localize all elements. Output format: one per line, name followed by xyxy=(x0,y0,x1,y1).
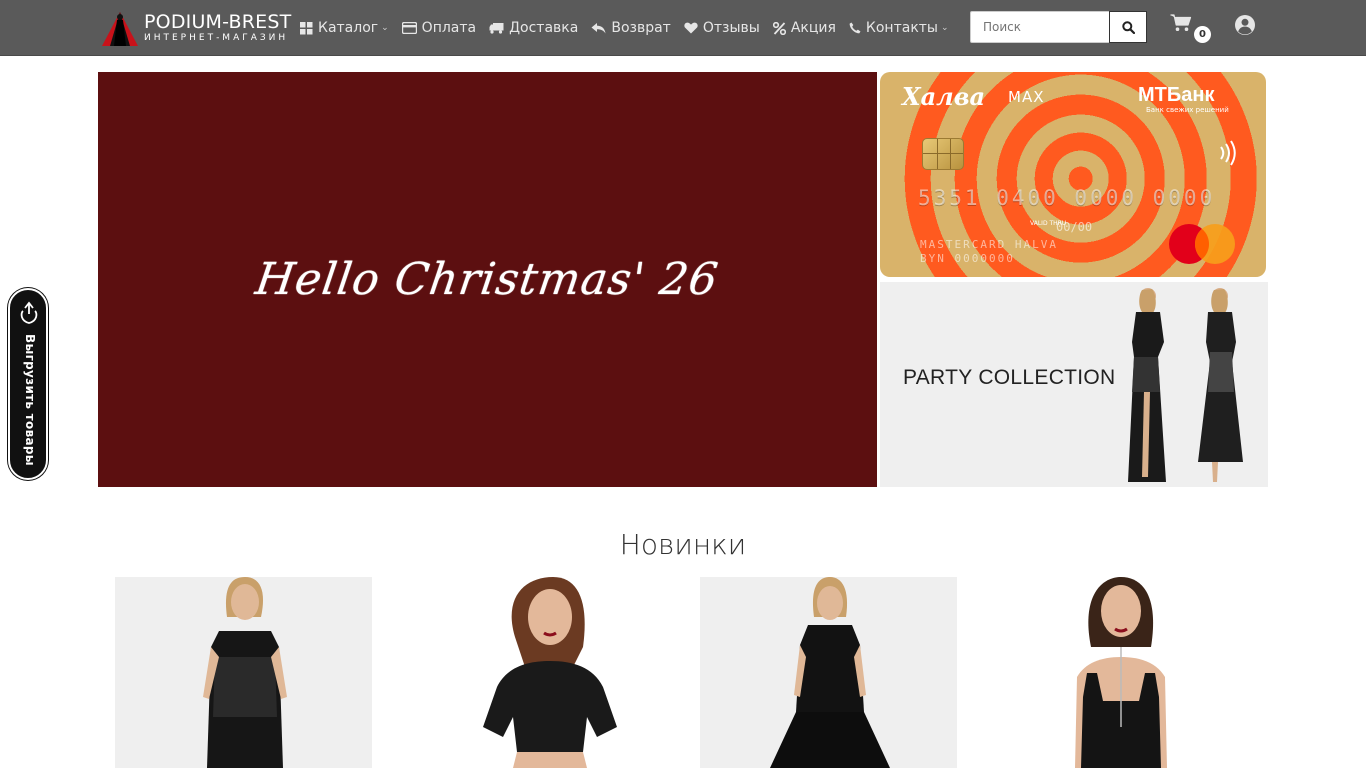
site-logo[interactable]: PODIUM-BREST ИНТЕРНЕТ-МАГАЗИН xyxy=(100,8,300,48)
card-number: 5351 0400 0000 0000 xyxy=(918,186,1216,210)
chevron-down-icon: ⌄ xyxy=(381,23,389,33)
search-input[interactable] xyxy=(970,11,1110,43)
search-button[interactable] xyxy=(1109,11,1147,43)
nav-label-return: Возврат xyxy=(611,20,671,36)
promo-banner-party-collection[interactable]: PARTY COLLECTION xyxy=(880,282,1268,487)
nav-label-sale: Акция xyxy=(790,20,836,36)
search-icon xyxy=(1121,20,1135,34)
nav-item-sale[interactable]: Акция xyxy=(772,20,836,36)
product-card[interactable] xyxy=(115,577,372,768)
product-card[interactable] xyxy=(700,577,957,768)
export-icon xyxy=(20,301,38,324)
nav-item-delivery[interactable]: Доставка xyxy=(489,20,578,36)
grid-icon xyxy=(300,21,313,34)
percent-icon xyxy=(772,21,786,35)
promo-banner-halva-card[interactable]: Халва MAX МТБанк Банк свежих решений 535… xyxy=(880,72,1266,277)
hero-banner-christmas[interactable]: Hello Christmas' 26 xyxy=(98,72,877,487)
product-card[interactable] xyxy=(407,577,664,768)
nav-label-catalog: Каталог xyxy=(318,20,379,36)
card-holder-line2: BYN 0000000 xyxy=(920,252,1015,265)
truck-icon xyxy=(489,23,504,34)
party-banner-title: PARTY COLLECTION xyxy=(903,366,1116,389)
bank-tagline: Банк свежих решений xyxy=(1146,106,1229,114)
nav-label-delivery: Доставка xyxy=(509,20,579,36)
brand-title: PODIUM-BREST xyxy=(144,11,292,33)
section-title-new-arrivals: Новинки xyxy=(619,528,747,561)
card-brand: Халва xyxy=(902,82,986,111)
product-image xyxy=(770,577,890,768)
chevron-down-icon: ⌄ xyxy=(940,23,949,33)
models-image xyxy=(1128,288,1243,482)
card-chip-icon xyxy=(922,138,964,170)
nav-label-payment: Оплата xyxy=(421,20,477,36)
nav-label-contacts: Контакты xyxy=(865,20,938,36)
reply-icon xyxy=(591,23,606,34)
mastercard-logo-icon xyxy=(1169,224,1235,264)
export-products-label: Выгрузить товары xyxy=(23,334,37,466)
cart-icon xyxy=(1170,14,1192,31)
nav-item-reviews[interactable]: Отзывы xyxy=(684,20,760,36)
card-holder: MASTERCARD HALVA BYN 0000000 xyxy=(920,238,1058,266)
product-card[interactable] xyxy=(991,577,1248,768)
cart-count-badge: 0 xyxy=(1194,26,1211,43)
bank-name: МТБанк xyxy=(1138,84,1215,106)
user-circle-icon xyxy=(1235,15,1255,35)
brand-subtitle: ИНТЕРНЕТ-МАГАЗИН xyxy=(144,33,289,43)
credit-card-icon xyxy=(401,22,417,34)
top-navbar: PODIUM-BREST ИНТЕРНЕТ-МАГАЗИН Каталог ⌄ … xyxy=(0,0,1366,56)
nav-item-contacts[interactable]: Контакты ⌄ xyxy=(849,20,949,36)
main-menu: Каталог ⌄ Оплата Доставка Возврат Отзывы… xyxy=(300,0,962,56)
user-account-button[interactable] xyxy=(1234,14,1256,36)
nav-item-catalog[interactable]: Каталог ⌄ xyxy=(300,20,389,36)
contactless-icon xyxy=(1220,140,1236,166)
heart-icon xyxy=(684,22,698,34)
nav-item-return[interactable]: Возврат xyxy=(591,20,671,36)
product-image xyxy=(203,577,287,768)
hero-banner-text: Hello Christmas' 26 xyxy=(252,254,723,305)
card-valid-date: 00/00 xyxy=(1056,220,1093,234)
nav-label-reviews: Отзывы xyxy=(702,20,760,36)
export-products-tab[interactable]: Выгрузить товары xyxy=(8,288,48,480)
phone-icon xyxy=(849,22,861,34)
product-image xyxy=(483,577,617,768)
card-holder-line1: MASTERCARD HALVA xyxy=(920,238,1058,251)
nav-item-payment[interactable]: Оплата xyxy=(401,20,477,36)
logo-icon xyxy=(102,12,138,46)
product-image xyxy=(1075,577,1167,768)
cart-button[interactable]: 0 xyxy=(1170,14,1212,44)
card-brand-suffix: MAX xyxy=(1008,88,1045,106)
